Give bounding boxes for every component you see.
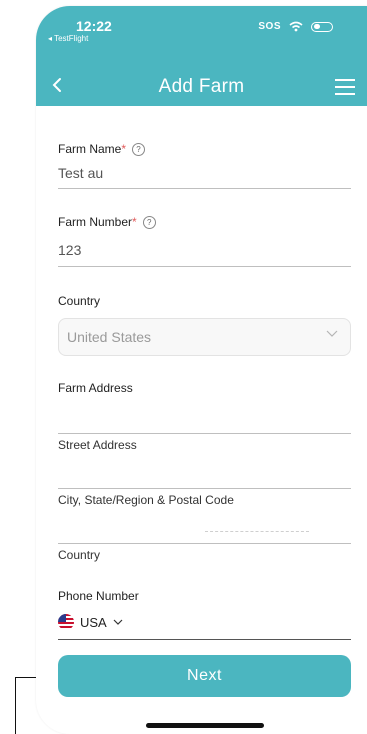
phone-number-label: Phone Number — [58, 589, 139, 603]
home-indicator — [146, 723, 264, 728]
phone-screen: 12:22 ◂ TestFlight SOS Add Farm Farm Nam… — [36, 6, 367, 734]
header: 12:22 ◂ TestFlight SOS Add Farm — [36, 6, 367, 106]
status-time: 12:22 — [76, 18, 112, 34]
chevron-down-icon — [113, 619, 123, 625]
farm-number-underline — [58, 266, 351, 267]
loading-placeholder — [205, 531, 309, 533]
address-country-label: Country — [58, 548, 101, 562]
phone-country-code: USA — [80, 614, 107, 630]
country-label: Country — [58, 294, 101, 308]
farm-address-label: Farm Address — [58, 381, 133, 395]
help-icon[interactable]: ? — [142, 216, 156, 229]
farm-name-label: Farm Name*? — [58, 142, 146, 156]
street-address-underline[interactable] — [58, 433, 351, 434]
street-address-label: Street Address — [58, 438, 137, 452]
phone-country-picker[interactable]: USA — [58, 614, 123, 630]
country-select-value: United States — [67, 329, 152, 345]
farm-number-input[interactable]: 123 — [58, 242, 81, 258]
country-select[interactable]: United States — [58, 318, 351, 356]
page-title: Add Farm — [158, 76, 245, 97]
hamburger-menu-icon[interactable] — [335, 79, 355, 100]
address-country-underline[interactable] — [58, 543, 351, 544]
sos-indicator: SOS — [258, 21, 281, 32]
phone-number-underline[interactable] — [58, 639, 351, 640]
nav-bar: Add Farm — [36, 70, 367, 106]
farm-name-underline — [58, 188, 351, 189]
back-to-app-link[interactable]: ◂ TestFlight — [48, 34, 88, 43]
chevron-down-icon — [326, 330, 338, 337]
status-bar: 12:22 ◂ TestFlight SOS — [36, 18, 367, 52]
status-indicators: SOS — [258, 21, 333, 32]
farm-name-input[interactable]: Test au — [58, 165, 103, 181]
city-state-postal-label: City, State/Region & Postal Code — [58, 493, 234, 507]
battery-icon — [311, 21, 333, 32]
next-button[interactable]: Next — [58, 655, 351, 697]
us-flag-icon — [58, 614, 74, 630]
farm-number-label: Farm Number*? — [58, 215, 156, 229]
wifi-icon — [289, 21, 303, 32]
help-icon[interactable]: ? — [132, 143, 146, 156]
city-underline[interactable] — [58, 488, 351, 489]
